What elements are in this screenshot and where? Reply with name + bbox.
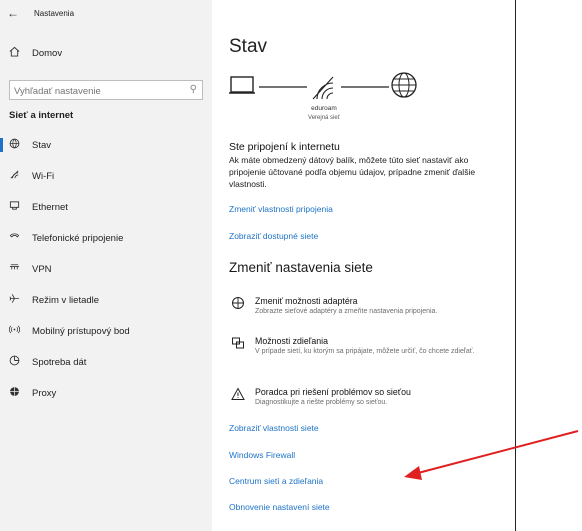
sharing-options-item[interactable]: Možnosti zdieľania V prípade sietí, ku k… xyxy=(229,336,509,357)
option-title: Zmeniť možnosti adaptéra xyxy=(255,296,358,306)
search-box[interactable]: ⚲ xyxy=(9,80,203,100)
connected-text: Ak máte obmedzený dátový balík, môžete t… xyxy=(229,155,476,189)
globe-icon xyxy=(6,138,22,152)
proxy-globe-icon xyxy=(6,386,22,400)
sidebar-item-proxy[interactable]: Proxy xyxy=(0,383,212,403)
sidebar-item-airplane[interactable]: Režim v lietadle xyxy=(0,290,212,310)
home-item[interactable]: Domov xyxy=(0,43,212,63)
pc-icon xyxy=(229,76,255,94)
sidebar-item-label: Stav xyxy=(32,139,52,151)
title-bar: ← Nastavenia xyxy=(0,0,212,26)
home-label: Domov xyxy=(32,47,63,59)
option-desc: V prípade sietí, ku ktorým sa pripájate,… xyxy=(255,348,475,355)
sidebar-item-vpn[interactable]: VPN xyxy=(0,259,212,279)
option-title: Možnosti zdieľania xyxy=(255,336,328,346)
sidebar-item-label: Mobilný prístupový bod xyxy=(32,325,130,337)
view-network-properties-link[interactable]: Zobraziť vlastnosti siete xyxy=(229,423,319,433)
sidebar-item-ethernet[interactable]: Ethernet xyxy=(0,197,212,217)
home-icon xyxy=(6,46,22,60)
section-heading: Zmeniť nastavenia siete xyxy=(229,260,373,275)
wifi-icon xyxy=(6,169,22,183)
network-sharing-center-link[interactable]: Centrum sietí a zdieľania xyxy=(229,476,323,486)
page-title: Stav xyxy=(229,36,268,57)
internet-globe-icon xyxy=(391,72,417,98)
connected-heading: Ste pripojení k internetu xyxy=(229,141,340,153)
adapter-options-item[interactable]: Zmeniť možnosti adaptéra Zobrazte sieťov… xyxy=(229,296,509,317)
sharing-icon xyxy=(229,336,247,357)
sidebar-item-label: Režim v lietadle xyxy=(32,294,100,306)
sidebar-item-data-usage[interactable]: Spotreba dát xyxy=(0,352,212,372)
sidebar: ← Nastavenia Domov ⚲ Sieť a internet Sta… xyxy=(0,0,212,531)
sidebar-item-label: Proxy xyxy=(32,387,57,399)
main-panel: Stav eduroam Verejná sieť Ste pripojení … xyxy=(212,0,514,531)
sidebar-group-label: Sieť a internet xyxy=(9,110,74,121)
vpn-icon xyxy=(6,262,22,276)
network-reset-link[interactable]: Obnovenie nastavení siete xyxy=(229,502,330,512)
hotspot-icon xyxy=(6,324,22,338)
network-status-diagram: eduroam Verejná sieť xyxy=(229,65,429,123)
option-desc: Diagnostikujte a riešte problémy so sieť… xyxy=(255,399,388,406)
ethernet-icon xyxy=(6,200,22,214)
dialup-icon xyxy=(6,231,22,245)
network-diagram-graphic: eduroam Verejná sieť xyxy=(229,72,417,121)
sidebar-item-label: Spotreba dát xyxy=(32,356,87,368)
network-name: eduroam xyxy=(311,105,337,112)
sidebar-item-wifi[interactable]: Wi-Fi xyxy=(0,166,212,186)
wifi-network-icon xyxy=(312,76,334,100)
airplane-icon xyxy=(6,293,22,307)
change-connection-properties-link[interactable]: Zmeniť vlastnosti pripojenia xyxy=(229,204,333,214)
warning-icon xyxy=(229,387,247,408)
sidebar-item-stav[interactable]: Stav xyxy=(0,135,212,155)
show-available-networks-link[interactable]: Zobraziť dostupné siete xyxy=(229,231,318,241)
sidebar-item-label: Wi-Fi xyxy=(32,170,55,182)
sidebar-item-label: Ethernet xyxy=(32,201,68,213)
search-icon[interactable]: ⚲ xyxy=(190,84,197,95)
search-input[interactable] xyxy=(10,83,188,100)
windows-firewall-link[interactable]: Windows Firewall xyxy=(229,450,295,460)
back-arrow-icon[interactable]: ← xyxy=(0,6,26,20)
window-title: Nastavenia xyxy=(34,8,75,18)
option-title: Poradca pri riešení problémov so sieťou xyxy=(255,387,411,397)
sidebar-item-dialup[interactable]: Telefonické pripojenie xyxy=(0,228,212,248)
sidebar-item-label: Telefonické pripojenie xyxy=(32,232,124,244)
network-type: Verejná sieť xyxy=(308,115,341,121)
adapter-icon xyxy=(229,296,247,317)
data-usage-icon xyxy=(6,355,22,369)
option-desc: Zobrazte sieťové adaptéry a zmeňte nasta… xyxy=(255,308,438,315)
sidebar-item-label: VPN xyxy=(32,263,52,275)
sidebar-item-hotspot[interactable]: Mobilný prístupový bod xyxy=(0,321,212,341)
troubleshooter-item[interactable]: Poradca pri riešení problémov so sieťou … xyxy=(229,387,509,408)
